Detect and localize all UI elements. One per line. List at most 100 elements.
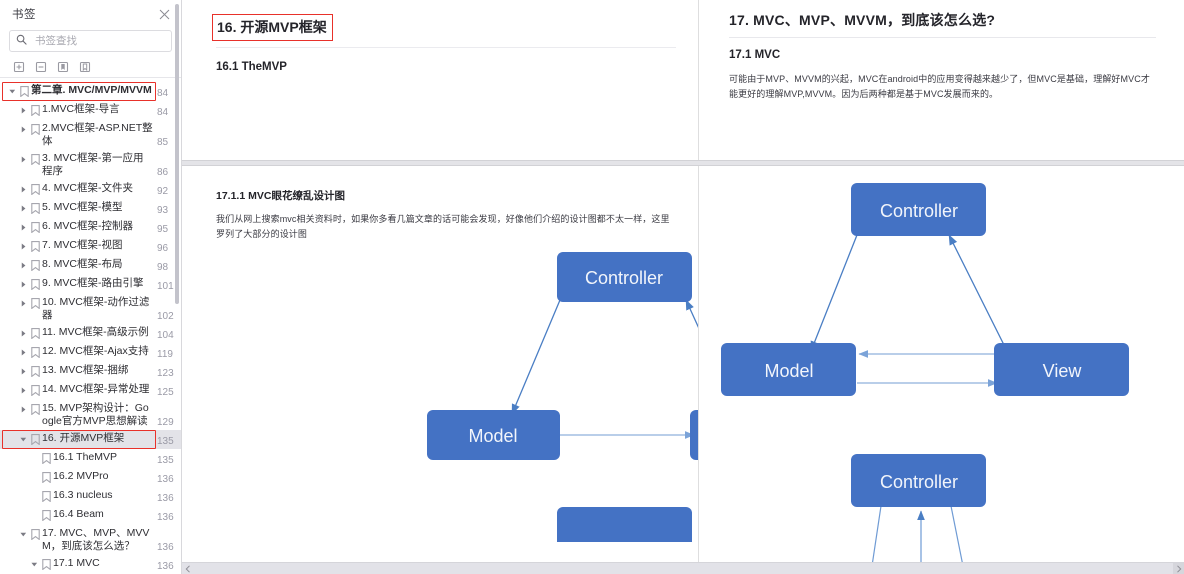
chevron-right-icon[interactable] [17,296,29,307]
close-icon[interactable] [157,7,171,21]
bookmark-item[interactable]: 16.3 nucleus 136 [0,487,181,506]
bookmark-page-number: 135 [157,436,174,447]
bookmark-icon [29,326,42,339]
horizontal-scrollbar-track[interactable] [193,563,1173,574]
bookmark-page-number: 136 [157,512,174,523]
section-subheading: 16.1 TheMVP [216,61,287,73]
section-heading: 17.1.1 MVC眼花缭乱设计图 [216,190,345,202]
node-controller: Controller [557,252,692,302]
chevron-right-icon[interactable] [17,182,29,193]
sidebar-title: 书签 [12,9,36,21]
search-icon [16,32,27,50]
bookmark-item[interactable]: 17. MVC、MVP、MVVM，到底该怎么选？ 136 [0,525,181,555]
chevron-right-icon[interactable] [17,326,29,337]
collapse-all-icon[interactable] [34,60,47,73]
bookmark-item[interactable]: 1.MVC框架-导言 84 [0,101,181,120]
bookmark-icon [18,84,31,97]
bookmark-page-number: 129 [157,417,174,428]
chevron-right-icon[interactable] [17,364,29,375]
bookmark-icon [29,432,42,445]
chevron-right-icon[interactable] [17,345,29,356]
page-bottom-left-content: 17.1.1 MVC眼花缭乱设计图 我们从网上搜索mvc相关资料时，如果你多看几… [182,166,698,242]
chevron-right-icon[interactable] [17,152,29,163]
page-top-right-content: 17. MVC、MVP、MVVM，到底该怎么选? 17.1 MVC 可能由于MV… [699,0,1184,102]
bookmark-icon [29,345,42,358]
chevron-right-icon[interactable] [17,402,29,413]
node-model: Model [427,410,560,460]
body-paragraph: 可能由于MVP、MVVM的兴起，MVC在android中的应用变得越来越少了，但… [729,74,1150,99]
bookmark-icon [29,383,42,396]
scroll-right-icon[interactable] [1173,562,1184,574]
bookmark-item[interactable]: 9. MVC框架-路由引擎 101 [0,275,181,294]
bookmark-item[interactable]: 3. MVC框架-第一应用程序 86 [0,150,181,180]
bookmark-item-label: 17.1 MVC [53,557,100,569]
svg-text:Controller: Controller [585,268,663,288]
bookmark-page-number: 125 [157,387,174,398]
bookmark-item-label: 6. MVC框架-控制器 [42,220,134,232]
bookmark-page-number: 136 [157,493,174,504]
bookmark-item[interactable]: 16.2 MVPro 136 [0,468,181,487]
bookmark-page-number: 102 [157,311,174,322]
chevron-right-icon[interactable] [17,239,29,250]
bookmark-item[interactable]: 13. MVC框架-捆绑 123 [0,362,181,381]
svg-text:View: View [1043,361,1083,381]
bookmark-item[interactable]: 8. MVC框架-布局 98 [0,256,181,275]
bookmark-page-number: 136 [157,474,174,485]
bookmark-item-label: 3. MVC框架-第一应用程序 [42,152,144,177]
page-bottom-left: 17.1.1 MVC眼花缭乱设计图 我们从网上搜索mvc相关资料时，如果你多看几… [182,166,698,574]
bookmark-item[interactable]: 7. MVC框架-视图 96 [0,237,181,256]
bookmark-item[interactable]: 11. MVC框架-高级示例 104 [0,324,181,343]
bookmark-item[interactable]: 第二章. MVC/MVP/MVVM 84 [0,82,181,101]
sidebar-scrollbar-thumb[interactable] [175,4,179,304]
horizontal-scrollbar[interactable] [182,562,1184,574]
bookmark-item[interactable]: 14. MVC框架-异常处理 125 [0,381,181,400]
bookmark-item-label: 15. MVP架构设计：Google官方MVP思想解读 [42,402,149,427]
chevron-right-icon[interactable] [17,122,29,133]
scroll-left-icon[interactable] [182,563,193,574]
expand-all-icon[interactable] [12,60,25,73]
chevron-right-icon[interactable] [17,383,29,394]
bookmark-page-number: 136 [157,561,174,572]
mvc-diagram-left: Controller Model View [182,242,698,542]
chevron-down-icon[interactable] [17,527,29,538]
chevron-right-icon[interactable] [17,258,29,269]
bookmark-item[interactable]: 15. MVP架构设计：Google官方MVP思想解读 129 [0,400,181,430]
bookmark-item[interactable]: 4. MVC框架-文件夹 92 [0,180,181,199]
bookmark-item[interactable]: 10. MVC框架-动作过滤器 102 [0,294,181,324]
search-box[interactable] [9,30,172,52]
search-input[interactable] [33,34,165,48]
bookmark-icon [29,182,42,195]
bookmark-item[interactable]: 16.1 TheMVP 135 [0,449,181,468]
chevron-down-icon[interactable] [28,557,40,568]
chevron-right-icon[interactable] [17,220,29,231]
node-controller-2: Controller [851,454,986,507]
bookmark-item[interactable]: 16. 开源MVP框架 135 [0,430,181,449]
bookmark-item[interactable]: 12. MVC框架-Ajax支持 119 [0,343,181,362]
bookmark-item[interactable]: 6. MVC框架-控制器 95 [0,218,181,237]
bookmark-item-label: 5. MVC框架-模型 [42,201,123,213]
bookmark-icon [29,122,42,135]
chevron-right-icon[interactable] [17,201,29,212]
bookmark-item[interactable]: 2.MVC框架-ASP.NET整体 85 [0,120,181,150]
bookmark-item[interactable]: 17.1 MVC 136 [0,555,181,574]
section-subheading: 17.1 MVC [729,49,781,61]
bookmark-icon [29,152,42,165]
chevron-right-icon[interactable] [17,103,29,114]
bookmark-item-label: 16.2 MVPro [53,470,109,482]
bookmark-icon [29,103,42,116]
bookmark-item-label: 11. MVC框架-高级示例 [42,326,149,338]
bookmark-item-label: 13. MVC框架-捆绑 [42,364,129,376]
bookmark-icon [29,277,42,290]
bookmark-item-label: 16.1 TheMVP [53,451,118,463]
chevron-right-icon[interactable] [17,277,29,288]
chevron-down-icon[interactable] [6,84,18,95]
bookmark-icon[interactable] [78,60,91,73]
bookmark-item-label: 2.MVC框架-ASP.NET整体 [42,122,153,147]
bookmark-tree[interactable]: 第二章. MVC/MVP/MVVM 84 1.MVC框架-导言 84 2.MVC框架-A… [0,81,181,574]
add-bookmark-icon[interactable] [56,60,69,73]
chevron-down-icon[interactable] [17,432,29,443]
bookmark-icon [40,557,53,570]
bookmark-item[interactable]: 5. MVC框架-模型 93 [0,199,181,218]
bookmark-item[interactable]: 16.4 Beam 136 [0,506,181,525]
